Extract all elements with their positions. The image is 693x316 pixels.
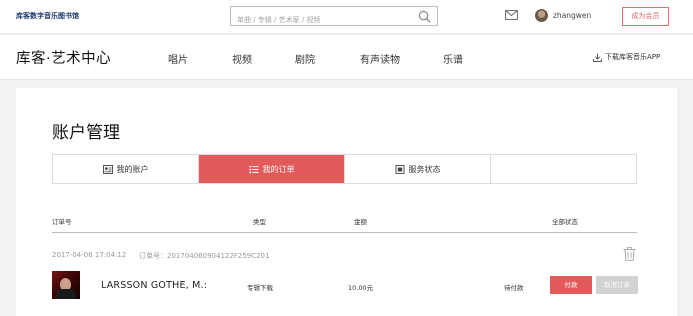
trash-icon[interactable] xyxy=(623,247,636,261)
nav-item-sheet-music[interactable]: 乐谱 xyxy=(443,51,463,66)
header-divider xyxy=(52,232,637,233)
download-icon xyxy=(593,52,602,62)
order-type: 专辑下载 xyxy=(247,284,273,292)
album-title[interactable]: LARSSON GOTHE, M.: xyxy=(101,280,207,291)
tab-empty[interactable] xyxy=(491,155,636,183)
mail-icon[interactable] xyxy=(505,10,518,20)
cancel-order-button[interactable]: 取消订单 xyxy=(596,276,638,294)
site-name[interactable]: 库客数字音乐图书馆 xyxy=(16,11,79,21)
pay-button[interactable]: 付款 xyxy=(550,276,592,294)
service-icon xyxy=(395,164,404,174)
account-tabs: 我的账户 我的订单 服务状态 xyxy=(52,154,637,184)
order-datetime: 2017-04-06 17:04:12 xyxy=(52,251,127,259)
search-box xyxy=(230,6,438,29)
id-card-icon xyxy=(102,164,113,174)
main-nav: 库客·艺术中心 唱片 视频 剧院 有声读物 乐谱 下载库客音乐APP xyxy=(0,35,693,80)
order-amount: 10.00元 xyxy=(348,284,374,292)
cover-figure xyxy=(56,289,76,299)
become-member-button[interactable]: 成为会员 xyxy=(622,7,669,26)
tab-my-orders[interactable]: 我的订单 xyxy=(199,155,345,183)
order-number: 订单号：201704060904122F259C201 xyxy=(139,252,270,260)
search-input[interactable] xyxy=(231,11,411,29)
top-bar: 库客数字音乐图书馆 zhangwen 成为会员 xyxy=(0,0,693,34)
nav-item-videos[interactable]: 视频 xyxy=(232,51,252,66)
tab-my-account[interactable]: 我的账户 xyxy=(53,155,199,183)
download-app-label: 下载库客音乐APP xyxy=(605,53,661,61)
header-type: 类型 xyxy=(253,218,266,226)
nav-item-records[interactable]: 唱片 xyxy=(168,51,188,66)
download-app-link[interactable]: 下载库客音乐APP xyxy=(593,52,660,62)
username[interactable]: zhangwen xyxy=(553,11,591,20)
tab-service-status[interactable]: 服务状态 xyxy=(345,155,491,183)
avatar[interactable] xyxy=(535,9,548,22)
page-title: 账户管理 xyxy=(52,123,120,143)
brand-logo[interactable]: 库客·艺术中心 xyxy=(16,47,111,68)
header-amount: 金额 xyxy=(354,218,367,226)
account-panel: 账户管理 我的账户 我的订单 服务状态 订单号 类型 金额 全部状态 2017-… xyxy=(16,88,677,316)
tab-label: 我的账户 xyxy=(116,164,149,174)
tab-label: 服务状态 xyxy=(408,164,441,174)
album-cover[interactable] xyxy=(52,271,80,299)
tab-label: 我的订单 xyxy=(262,164,295,174)
list-icon xyxy=(249,165,258,173)
header-order-no: 订单号 xyxy=(52,218,72,226)
nav-item-theater[interactable]: 剧院 xyxy=(295,51,315,66)
order-status: 待付款 xyxy=(504,284,524,292)
nav-item-audiobooks[interactable]: 有声读物 xyxy=(360,51,400,66)
search-icon[interactable] xyxy=(418,10,431,23)
status-filter-dropdown[interactable]: 全部状态 xyxy=(552,216,578,226)
